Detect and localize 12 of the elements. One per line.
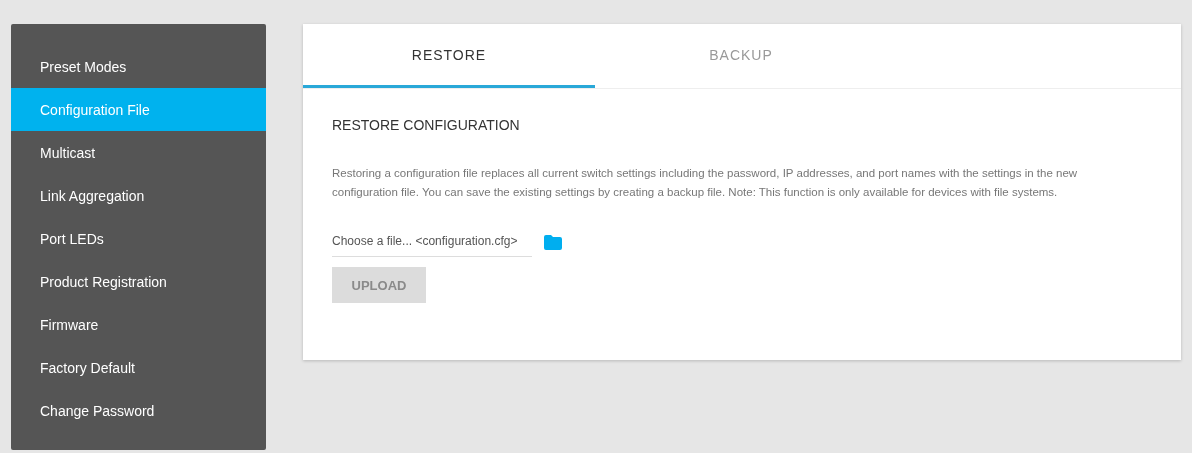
description-text: Restoring a configuration file replaces all current switch settings including the password, IP addresses, and port names with the settings in the new configuration file. You can save the existing settings by creating a backup file. Note: This function is only available for devices with file systems. [332,166,1079,200]
sidebar-item[interactable]: Firmware [11,303,266,346]
sidebar-item[interactable]: Multicast [11,131,266,174]
section-title: RESTORE CONFIGURATION [332,117,520,133]
sidebar-item[interactable]: Change Password [11,389,266,432]
tab[interactable]: RESTORE [303,24,595,88]
sidebar-item[interactable]: Link Aggregation [11,174,266,217]
sidebar-item[interactable]: Preset Modes [11,45,266,88]
sidebar-item[interactable]: Port LEDs [11,217,266,260]
sidebar-item[interactable]: Product Registration [11,260,266,303]
folder-icon[interactable] [544,235,562,250]
sidebar-item[interactable]: Factory Default [11,346,266,389]
